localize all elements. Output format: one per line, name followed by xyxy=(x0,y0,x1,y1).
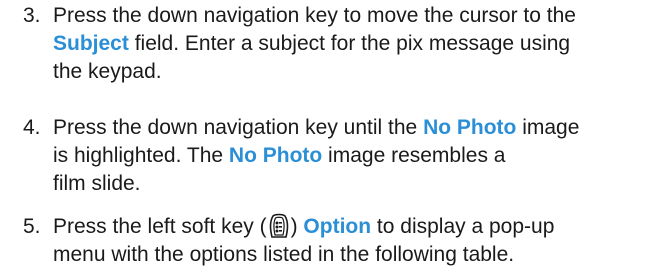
step-number: 3. xyxy=(23,4,41,27)
text-run: Press the down navigation key until the xyxy=(53,116,424,139)
left-soft-key-icon xyxy=(268,213,290,239)
text-run: menu with the options listed in the foll… xyxy=(53,243,515,266)
text-run: field. Enter a subject for the pix messa… xyxy=(128,32,571,55)
text-run: image resembles a xyxy=(322,144,506,167)
text-run: Press the down navigation key to move th… xyxy=(53,4,576,27)
text-run: Press the left soft key ( xyxy=(53,215,267,238)
text-run: to display a pop-up xyxy=(371,215,555,238)
step-text: Press the left soft key ( ) Option to di… xyxy=(53,213,643,269)
step-line: Press the down navigation key to move th… xyxy=(53,2,643,30)
option-term: Option xyxy=(303,215,372,238)
step-text: Press the down navigation key to move th… xyxy=(53,2,643,86)
text-run: film slide. xyxy=(53,172,141,195)
text-run: the keypad. xyxy=(53,60,162,83)
text-run: ) xyxy=(290,215,304,238)
step-line: the keypad. xyxy=(53,58,643,86)
step-number: 4. xyxy=(23,116,41,139)
text-run: is highlighted. The xyxy=(53,144,229,167)
step-line: film slide. xyxy=(53,170,643,198)
step-line: menu with the options listed in the foll… xyxy=(53,241,643,269)
no-photo-term: No Photo xyxy=(423,116,517,139)
no-photo-term: No Photo xyxy=(228,144,323,167)
subject-field-term: Subject xyxy=(53,32,129,55)
step-line: Press the down navigation key until the … xyxy=(53,114,643,142)
step-number: 5. xyxy=(23,215,41,238)
text-run: image xyxy=(516,116,580,139)
step-line: is highlighted. The No Photo image resem… xyxy=(53,142,643,170)
step-line: Subject field. Enter a subject for the p… xyxy=(53,30,643,58)
step-text: Press the down navigation key until the … xyxy=(53,114,643,198)
step-line: Press the left soft key ( ) Option to di… xyxy=(53,213,643,241)
